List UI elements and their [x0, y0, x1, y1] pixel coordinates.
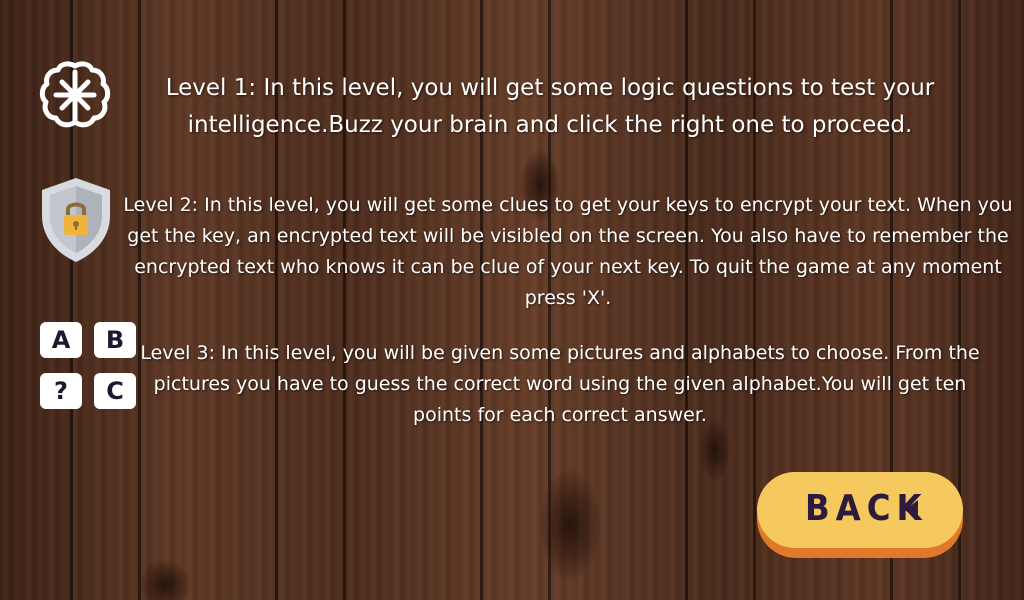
shield-lock-icon	[40, 176, 112, 264]
tile-b: B	[94, 322, 136, 358]
back-button[interactable]: BACK	[757, 472, 963, 558]
level1-instructions: Level 1: In this level, you will get som…	[165, 75, 935, 138]
wood-knot	[540, 470, 600, 580]
tile-c: C	[94, 373, 136, 409]
wood-knot	[140, 560, 190, 600]
tile-a: A	[40, 322, 82, 358]
tile-question: ?	[40, 373, 82, 409]
letter-tiles-icon: A B ? C	[38, 318, 138, 412]
brain-icon	[38, 58, 112, 132]
level3-instructions: Level 3: In this level, you will be give…	[140, 342, 980, 426]
level2-instructions: Level 2: In this level, you will get som…	[123, 194, 1013, 309]
back-arrow-icon	[905, 500, 918, 520]
